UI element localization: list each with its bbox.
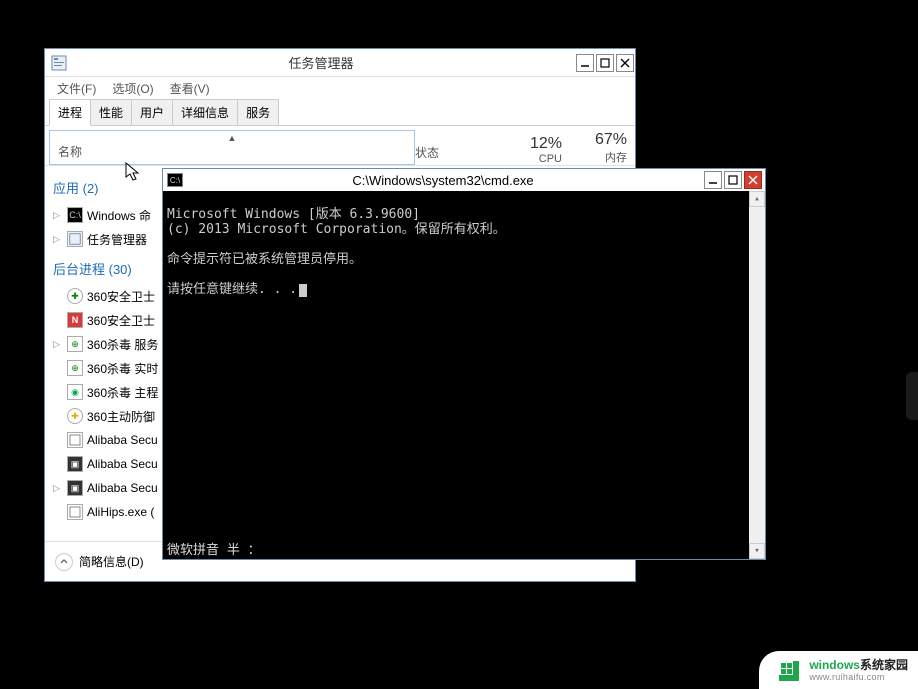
cmd-minimize-button[interactable]: [704, 171, 722, 189]
360-n-icon: N: [67, 312, 83, 328]
360-av-icon: ⊕: [67, 360, 83, 376]
cmd-close-button[interactable]: [744, 171, 762, 189]
cmd-icon: C:\: [167, 173, 183, 187]
360-shield-icon: ◉: [67, 384, 83, 400]
alibaba-icon: ▣: [67, 480, 83, 496]
cursor-icon: [299, 284, 307, 297]
column-status[interactable]: 状态: [415, 126, 505, 165]
taskmgr-menubar: 文件(F) 选项(O) 查看(V): [45, 77, 635, 99]
expand-icon[interactable]: ▷: [53, 234, 63, 245]
cmd-icon: C:\: [67, 207, 83, 223]
minimize-button[interactable]: [576, 54, 594, 72]
taskmgr-process-icon: [67, 231, 83, 247]
scrollbar-up-icon[interactable]: ▴: [749, 191, 765, 207]
scrollbar-down-icon[interactable]: ▾: [749, 543, 765, 559]
360-safe-icon: ✚: [67, 288, 83, 304]
expand-icon[interactable]: ▷: [53, 210, 63, 221]
tab-performance[interactable]: 性能: [90, 99, 132, 125]
expand-icon[interactable]: ▷: [53, 483, 63, 494]
taskmgr-tabs: 进程 性能 用户 详细信息 服务: [45, 99, 635, 126]
memory-label: 内存: [570, 149, 627, 165]
column-name-label: 名称: [58, 143, 82, 160]
cmd-scrollbar[interactable]: ▴ ▾: [749, 191, 765, 559]
cmd-line: Microsoft Windows [版本 6.3.9600]: [167, 207, 420, 222]
cmd-maximize-button[interactable]: [724, 171, 742, 189]
tab-processes[interactable]: 进程: [49, 99, 91, 126]
cmd-window: C:\ C:\Windows\system32\cmd.exe Microsof…: [162, 168, 766, 560]
sort-arrow-icon: ▲: [228, 133, 237, 143]
close-button[interactable]: [616, 54, 634, 72]
side-tab[interactable]: [906, 372, 918, 420]
cpu-label: CPU: [505, 153, 562, 165]
cmd-window-controls: [703, 171, 765, 189]
fewer-details-button[interactable]: [55, 553, 73, 571]
menu-file[interactable]: 文件(F): [53, 78, 100, 99]
menu-options[interactable]: 选项(O): [108, 78, 157, 99]
taskmgr-window-controls: [575, 54, 635, 72]
cpu-percent: 12%: [505, 135, 562, 153]
watermark-url: www.ruihaifu.com: [809, 673, 908, 683]
column-headers: ▲ 名称 状态 12% CPU 67% 内存: [45, 126, 635, 166]
tab-details[interactable]: 详细信息: [172, 99, 238, 125]
alibaba-icon: ▣: [67, 456, 83, 472]
column-name[interactable]: ▲ 名称: [49, 130, 415, 165]
expand-icon[interactable]: ▷: [53, 339, 63, 350]
cmd-line: 请按任意键继续. . .: [167, 282, 297, 297]
taskmgr-title: 任务管理器: [67, 53, 575, 72]
maximize-button[interactable]: [596, 54, 614, 72]
taskmgr-titlebar[interactable]: 任务管理器: [45, 49, 635, 77]
taskmgr-icon: [51, 55, 67, 71]
cmd-line: 命令提示符已被系统管理员停用。: [167, 252, 362, 267]
cmd-body[interactable]: Microsoft Windows [版本 6.3.9600] (c) 2013…: [163, 191, 765, 559]
column-memory[interactable]: 67% 内存: [570, 126, 635, 165]
360-av-icon: ⊕: [67, 336, 83, 352]
menu-view[interactable]: 查看(V): [166, 78, 214, 99]
cmd-title: C:\Windows\system32\cmd.exe: [183, 173, 703, 188]
tab-services[interactable]: 服务: [237, 99, 279, 125]
scrollbar-track[interactable]: [749, 207, 765, 543]
memory-percent: 67%: [570, 131, 627, 149]
cmd-titlebar[interactable]: C:\ C:\Windows\system32\cmd.exe: [163, 169, 765, 191]
watermark-title: windows系统家园: [809, 659, 908, 672]
alihips-icon: [67, 504, 83, 520]
column-cpu[interactable]: 12% CPU: [505, 126, 570, 165]
cmd-line: (c) 2013 Microsoft Corporation。保留所有权利。: [167, 222, 506, 237]
fewer-details-label[interactable]: 简略信息(D): [79, 553, 144, 570]
tab-users[interactable]: 用户: [131, 99, 173, 125]
360-active-icon: ✚: [67, 408, 83, 424]
watermark-logo-icon: [775, 657, 803, 685]
ime-status: 微软拼音 半 ：: [163, 544, 265, 559]
watermark: windows系统家园 www.ruihaifu.com: [759, 651, 918, 689]
alibaba-icon: [67, 432, 83, 448]
